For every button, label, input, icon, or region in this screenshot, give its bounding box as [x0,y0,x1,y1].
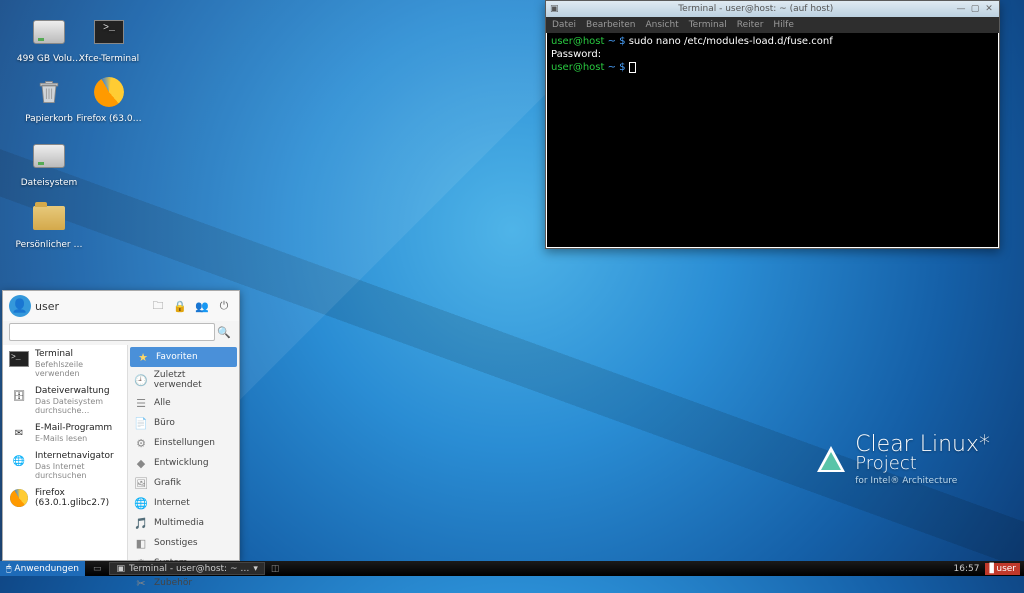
window-titlebar[interactable]: ▣ Terminal - user@host: ~ (auf host) — ▢… [546,1,999,17]
category-accessories[interactable]: ✂Zubehör [128,573,239,593]
desktop-icon-firefox[interactable]: Firefox (63.0… [74,74,144,125]
music-icon: 🎵 [134,516,148,530]
star-icon: ★ [136,350,150,364]
icon-label: Xfce-Terminal [74,54,144,65]
category-development[interactable]: ◆Entwicklung [128,453,239,473]
category-graphics[interactable]: 🖼Grafik [128,473,239,493]
lock-icon[interactable]: 🔒 [171,297,189,315]
brand-line3: for Intel® Architecture [855,476,990,486]
terminal-cursor [629,62,636,73]
globe-icon: 🌐 [9,451,29,471]
terminal-icon: >_ [91,14,127,50]
menu-help[interactable]: Hilfe [773,20,793,30]
chevron-down-icon: ▾ [253,564,258,574]
terminal-window[interactable]: ▣ Terminal - user@host: ~ (auf host) — ▢… [545,0,1000,249]
graphics-icon: 🖼 [134,476,148,490]
menu-terminal[interactable]: Terminal [689,20,727,30]
icon-label: Persönlicher … [14,240,84,251]
appmenu-username: user [35,300,145,313]
terminal-menubar: Datei Bearbeiten Ansicht Terminal Reiter… [546,17,999,33]
list-icon: ☰ [134,396,148,410]
files-icon[interactable]: 🗀 [149,297,167,315]
application-menu: 👤 user 🗀 🔒 👥 ⏻ 🔍 >_ TerminalBefehlszeile… [2,290,240,561]
taskbar-clock[interactable]: 16:57 [954,564,980,574]
icon-label: Dateisystem [14,178,84,189]
appmenu-favorites: >_ TerminalBefehlszeile verwenden 🗄 Date… [3,345,128,560]
desktop-icon-home[interactable]: Persönlicher … [14,200,84,251]
close-button[interactable]: ✕ [983,3,995,15]
category-settings[interactable]: ⚙Einstellungen [128,433,239,453]
firefox-icon [91,74,127,110]
favorite-firefox[interactable]: Firefox (63.0.1.glibc2.7) [3,484,127,512]
clock-icon: 🕘 [134,373,148,387]
mouse-icon: 🖱 [6,564,11,574]
taskbar: 🖱 Anwendungen ▭ ▣ Terminal - user@host: … [0,561,1024,576]
category-multimedia[interactable]: 🎵Multimedia [128,513,239,533]
terminal-icon: ▣ [116,564,125,574]
workspace-switcher[interactable]: ◫ [271,564,280,574]
trash-icon [31,74,67,110]
folder-icon [31,200,67,236]
favorite-browser[interactable]: 🌐 InternetnavigatorDas Internet durchsuc… [3,447,127,484]
accessories-icon: ✂ [134,576,148,590]
switch-user-icon[interactable]: 👥 [193,297,211,315]
user-avatar-icon[interactable]: 👤 [9,295,31,317]
office-icon: 📄 [134,416,148,430]
appmenu-header: 👤 user 🗀 🔒 👥 ⏻ [3,291,239,321]
clear-linux-logo-icon [817,446,845,472]
show-desktop-button[interactable]: ▭ [89,564,106,574]
dev-icon: ◆ [134,456,148,470]
desktop-icon-terminal[interactable]: >_ Xfce-Terminal [74,14,144,65]
window-app-icon: ▣ [550,4,559,14]
category-favorites[interactable]: ★Favoriten [130,347,237,367]
files-icon: 🗄 [9,386,29,406]
icon-label: Firefox (63.0… [74,114,144,125]
menu-view[interactable]: Ansicht [645,20,678,30]
category-recent[interactable]: 🕘Zuletzt verwendet [128,367,239,393]
category-all[interactable]: ☰Alle [128,393,239,413]
other-icon: ◧ [134,536,148,550]
desktop-icon-filesystem[interactable]: Dateisystem [14,138,84,189]
taskbar-user[interactable]: ▋ user [985,563,1020,575]
firefox-icon [9,488,29,508]
search-input[interactable] [9,323,215,341]
terminal-content[interactable]: user@host ~ $ sudo nano /etc/modules-loa… [546,33,999,248]
terminal-icon: >_ [9,349,29,369]
category-internet[interactable]: 🌐Internet [128,493,239,513]
minimize-button[interactable]: — [955,3,967,15]
harddrive-icon [31,14,67,50]
mail-icon: ✉ [9,423,29,443]
distro-brand: Clear Linux* Project for Intel® Architec… [817,432,990,486]
menu-tabs[interactable]: Reiter [737,20,764,30]
power-icon[interactable]: ⏻ [215,297,233,315]
globe-icon: 🌐 [134,496,148,510]
menu-edit[interactable]: Bearbeiten [586,20,635,30]
category-other[interactable]: ◧Sonstiges [128,533,239,553]
taskbar-task-terminal[interactable]: ▣ Terminal - user@host: ~ … ▾ [109,562,264,575]
user-icon: ▋ [989,564,996,574]
menu-file[interactable]: Datei [552,20,576,30]
applications-button[interactable]: 🖱 Anwendungen [0,561,85,576]
harddrive-icon [31,138,67,174]
favorite-mail[interactable]: ✉ E-Mail-ProgrammE-Mails lesen [3,419,127,447]
appmenu-categories: ★Favoriten 🕘Zuletzt verwendet ☰Alle 📄Bür… [128,345,239,560]
search-icon[interactable]: 🔍 [215,326,233,339]
appmenu-search-row: 🔍 [3,321,239,345]
favorite-terminal[interactable]: >_ TerminalBefehlszeile verwenden [3,345,127,382]
window-title: Terminal - user@host: ~ (auf host) [559,4,953,14]
gear-icon: ⚙ [134,436,148,450]
maximize-button[interactable]: ▢ [969,3,981,15]
category-office[interactable]: 📄Büro [128,413,239,433]
favorite-files[interactable]: 🗄 DateiverwaltungDas Dateisystem durchsu… [3,382,127,419]
